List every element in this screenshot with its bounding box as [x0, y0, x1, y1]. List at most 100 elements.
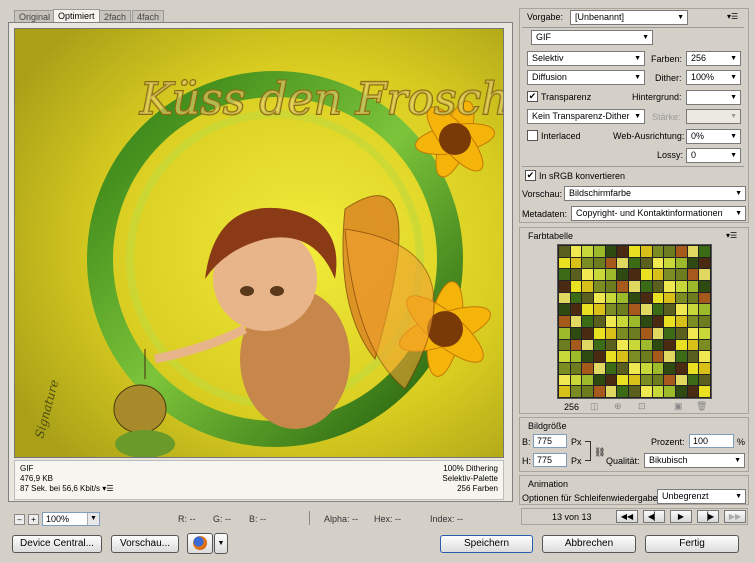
- color-swatch[interactable]: [652, 374, 664, 386]
- color-swatch[interactable]: [687, 339, 699, 351]
- color-swatch[interactable]: [617, 327, 629, 339]
- color-swatch[interactable]: [699, 386, 710, 397]
- width-input[interactable]: 775: [533, 434, 567, 448]
- color-swatch[interactable]: [652, 304, 664, 316]
- color-swatch[interactable]: [582, 374, 594, 386]
- color-swatch[interactable]: [570, 316, 582, 327]
- preview-button[interactable]: Vorschau...: [111, 535, 179, 553]
- color-swatch[interactable]: [640, 281, 652, 292]
- zoom-level-select[interactable]: 100% ▼: [42, 512, 100, 526]
- color-swatch[interactable]: [629, 269, 640, 281]
- color-swatch[interactable]: [582, 339, 594, 351]
- color-swatch[interactable]: [594, 316, 605, 327]
- color-swatch[interactable]: [664, 339, 675, 351]
- color-swatch[interactable]: [629, 386, 640, 397]
- color-swatch[interactable]: [687, 257, 699, 269]
- color-swatch[interactable]: [699, 327, 710, 339]
- next-frame-icon[interactable]: ▕▶: [697, 510, 719, 523]
- color-swatch[interactable]: [617, 351, 629, 362]
- preview-mode-select[interactable]: Bildschirmfarbe: [564, 186, 746, 201]
- color-swatch[interactable]: [687, 304, 699, 316]
- color-swatch[interactable]: [617, 304, 629, 316]
- color-swatch[interactable]: [675, 316, 687, 327]
- color-swatch[interactable]: [664, 316, 675, 327]
- color-swatch[interactable]: [687, 281, 699, 292]
- color-swatch[interactable]: [675, 246, 687, 257]
- color-swatch[interactable]: [570, 351, 582, 362]
- color-swatch[interactable]: [617, 257, 629, 269]
- play-icon[interactable]: ▶: [670, 510, 692, 523]
- color-table-menu-icon[interactable]: ▾☰: [726, 230, 737, 242]
- color-swatch[interactable]: [699, 316, 710, 327]
- color-swatch[interactable]: [640, 339, 652, 351]
- color-swatch[interactable]: [652, 362, 664, 374]
- color-swatch[interactable]: [582, 351, 594, 362]
- color-swatch[interactable]: [605, 316, 617, 327]
- color-swatch[interactable]: [605, 292, 617, 304]
- color-swatch[interactable]: [652, 339, 664, 351]
- color-swatch[interactable]: [687, 246, 699, 257]
- color-swatch[interactable]: [605, 339, 617, 351]
- color-swatch[interactable]: [664, 246, 675, 257]
- color-swatch[interactable]: [559, 339, 570, 351]
- previous-frame-icon[interactable]: ◀▏: [643, 510, 665, 523]
- zoom-in-button[interactable]: +: [28, 514, 39, 525]
- color-swatch[interactable]: [629, 362, 640, 374]
- color-swatch[interactable]: [559, 362, 570, 374]
- color-swatch[interactable]: [699, 257, 710, 269]
- color-swatch[interactable]: [594, 304, 605, 316]
- color-swatch[interactable]: [629, 327, 640, 339]
- color-swatch[interactable]: [652, 292, 664, 304]
- image-preview[interactable]: Küss den Frosch Küss den Frosch Signatur…: [14, 28, 504, 458]
- color-swatch[interactable]: [559, 316, 570, 327]
- color-swatch[interactable]: [640, 386, 652, 397]
- color-swatch[interactable]: [559, 304, 570, 316]
- color-swatch[interactable]: [652, 327, 664, 339]
- color-swatch[interactable]: [559, 351, 570, 362]
- color-swatch[interactable]: [594, 281, 605, 292]
- interlaced-checkbox[interactable]: [527, 130, 538, 141]
- color-swatch[interactable]: [699, 246, 710, 257]
- color-swatch[interactable]: [629, 351, 640, 362]
- color-swatch[interactable]: [687, 351, 699, 362]
- color-swatch[interactable]: [687, 292, 699, 304]
- color-swatch[interactable]: [582, 246, 594, 257]
- color-swatch[interactable]: [640, 246, 652, 257]
- color-swatch[interactable]: [594, 257, 605, 269]
- height-input[interactable]: 775: [533, 453, 567, 467]
- last-frame-icon[interactable]: ▶▶: [724, 510, 746, 523]
- color-swatch[interactable]: [582, 304, 594, 316]
- color-swatch[interactable]: [675, 339, 687, 351]
- color-swatch[interactable]: [675, 281, 687, 292]
- color-swatch[interactable]: [652, 351, 664, 362]
- color-swatch[interactable]: [605, 269, 617, 281]
- color-swatch[interactable]: [699, 269, 710, 281]
- color-swatch[interactable]: [664, 374, 675, 386]
- color-swatch[interactable]: [559, 386, 570, 397]
- zoom-out-button[interactable]: –: [14, 514, 25, 525]
- color-swatch[interactable]: [582, 327, 594, 339]
- color-swatch[interactable]: [594, 339, 605, 351]
- color-swatch[interactable]: [570, 327, 582, 339]
- color-swatch[interactable]: [675, 304, 687, 316]
- color-swatch[interactable]: [594, 351, 605, 362]
- color-swatch[interactable]: [629, 304, 640, 316]
- color-swatch[interactable]: [617, 374, 629, 386]
- tab-2up[interactable]: 2fach: [99, 10, 132, 22]
- color-swatch[interactable]: [570, 269, 582, 281]
- color-swatch[interactable]: [582, 292, 594, 304]
- color-swatch[interactable]: [687, 316, 699, 327]
- color-swatch[interactable]: [652, 246, 664, 257]
- color-swatch[interactable]: [629, 316, 640, 327]
- loop-select[interactable]: Unbegrenzt: [657, 489, 746, 504]
- color-swatch[interactable]: [617, 316, 629, 327]
- first-frame-icon[interactable]: ◀◀: [616, 510, 638, 523]
- color-swatch[interactable]: [570, 374, 582, 386]
- percent-input[interactable]: 100: [689, 434, 734, 448]
- cancel-button[interactable]: Abbrechen: [542, 535, 636, 553]
- color-swatch[interactable]: [570, 292, 582, 304]
- color-swatch[interactable]: [559, 257, 570, 269]
- color-swatch[interactable]: [664, 362, 675, 374]
- color-swatch[interactable]: [605, 351, 617, 362]
- tab-original[interactable]: Original: [14, 10, 56, 22]
